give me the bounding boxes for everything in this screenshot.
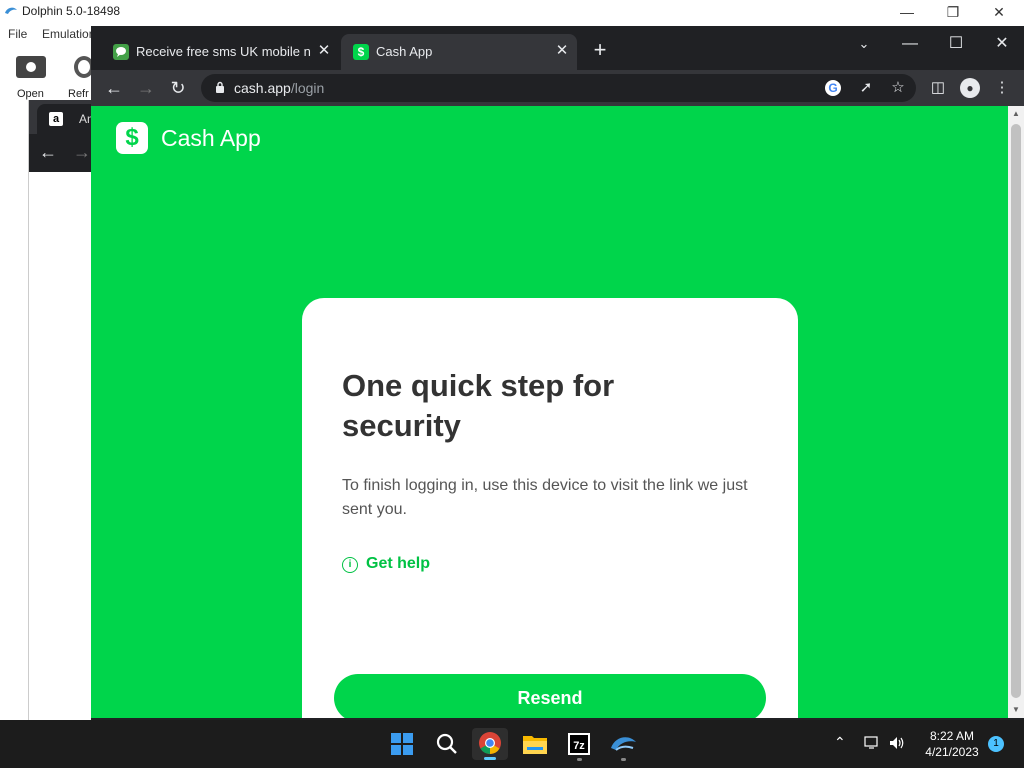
dolphin-title: Dolphin 5.0-18498: [22, 4, 121, 18]
taskbar: 7z ⌃ 8:22 AM 4/21/2023 1: [0, 720, 1024, 768]
close-tab-icon[interactable]: ✕: [553, 42, 571, 60]
open-button[interactable]: [16, 56, 46, 78]
tab-receive-sms[interactable]: Receive free sms UK mobile number ✕: [101, 34, 337, 70]
dolphin-icon[interactable]: [605, 728, 641, 761]
7zip-icon[interactable]: 7z: [561, 728, 597, 761]
search-icon[interactable]: [429, 728, 465, 760]
menu-file[interactable]: File: [8, 27, 27, 41]
chrome-icon[interactable]: [472, 728, 508, 760]
reload-button[interactable]: ↻: [166, 76, 190, 100]
web-page: $ Cash App One quick step for security T…: [91, 106, 1008, 718]
svg-text:7z: 7z: [573, 740, 585, 752]
tab-cash-app[interactable]: $ Cash App ✕: [341, 34, 577, 70]
forward-arrow-icon[interactable]: →: [73, 142, 91, 163]
close-window-button[interactable]: ✕: [979, 30, 1024, 58]
forward-button[interactable]: →: [134, 76, 158, 100]
brand-name: Cash App: [161, 125, 261, 151]
back-button[interactable]: ←: [102, 76, 126, 100]
page-scrollbar[interactable]: ▲ ▼: [1008, 106, 1024, 718]
file-explorer-icon[interactable]: [517, 728, 553, 760]
active-indicator: [484, 757, 496, 760]
windows-start-icon[interactable]: [384, 728, 420, 760]
info-icon: i: [342, 557, 358, 573]
notification-badge[interactable]: 1: [988, 736, 1004, 752]
get-help-label: Get help: [366, 555, 431, 572]
disc-icon: [26, 62, 36, 72]
url-text: cash.app/login: [234, 80, 325, 96]
tab-search-icon[interactable]: ⌄: [841, 30, 887, 58]
maximize-button[interactable]: ☐: [933, 30, 979, 58]
google-lens-icon[interactable]: G: [823, 78, 843, 98]
amazon-icon: a: [49, 112, 63, 126]
instruction-text: To finish logging in, use this device to…: [342, 477, 748, 518]
chevron-up-icon[interactable]: ⌃: [834, 734, 846, 751]
share-icon[interactable]: ➚: [856, 78, 876, 98]
menu-emulation[interactable]: Emulation: [42, 27, 95, 41]
page-title: One quick step for security: [342, 368, 615, 443]
background-browser-window: a Ama ← →: [28, 100, 104, 720]
dolphin-logo-icon: [5, 7, 17, 14]
background-tabbar: a Ama: [29, 100, 104, 134]
scroll-up-icon[interactable]: ▲: [1008, 106, 1024, 122]
background-navbar: ← →: [29, 134, 99, 172]
open-label: Open: [17, 88, 44, 100]
new-tab-button[interactable]: +: [589, 39, 611, 62]
resend-button[interactable]: Resend: [334, 674, 766, 718]
close-tab-icon[interactable]: ✕: [315, 42, 333, 60]
scrollbar-thumb[interactable]: [1011, 124, 1021, 698]
bookmark-star-icon[interactable]: ☆: [888, 78, 908, 98]
dolphin-toolbar: Open Refr: [0, 46, 100, 100]
minimize-button[interactable]: —: [887, 30, 933, 58]
profile-icon[interactable]: ●: [960, 78, 980, 98]
dolphin-titlebar: Dolphin 5.0-18498 — ❐ ✕: [0, 0, 1024, 24]
side-panel-icon[interactable]: ◫: [928, 78, 948, 98]
dolphin-minimize-button[interactable]: —: [884, 0, 930, 24]
login-card: One quick step for security To finish lo…: [302, 298, 798, 718]
volume-icon[interactable]: [888, 735, 906, 754]
scroll-down-icon[interactable]: ▼: [1008, 702, 1024, 718]
dolphin-maximize-button[interactable]: ❐: [930, 0, 976, 24]
sms-icon: [113, 44, 129, 60]
back-arrow-icon[interactable]: ←: [39, 142, 57, 163]
tab-label: Cash App: [376, 44, 433, 59]
running-indicator: [621, 758, 626, 761]
dolphin-close-button[interactable]: ✕: [976, 0, 1022, 24]
cash-app-icon: $: [353, 44, 369, 60]
refresh-label: Refr: [68, 88, 89, 100]
tab-strip: Receive free sms UK mobile number ✕ $ Ca…: [91, 26, 1024, 70]
more-menu-icon[interactable]: ⋮: [992, 78, 1012, 98]
address-bar[interactable]: cash.app/login G ➚ ☆: [201, 74, 916, 102]
google-icon: G: [825, 80, 841, 96]
network-icon[interactable]: [864, 735, 880, 754]
background-tab[interactable]: a Ama: [37, 104, 104, 134]
cash-app-logo-icon: $: [116, 122, 148, 154]
browser-toolbar: ← → ↻ cash.app/login G ➚ ☆ ◫ ● ⋮: [91, 70, 1024, 106]
clock-date: 4/21/2023: [925, 745, 979, 759]
lock-icon: [216, 81, 224, 93]
clock-time: 8:22 AM: [929, 729, 975, 743]
browser-window: Receive free sms UK mobile number ✕ $ Ca…: [91, 26, 1024, 720]
running-indicator: [577, 758, 582, 761]
tab-label: Receive free sms UK mobile number: [136, 44, 311, 59]
system-clock[interactable]: 8:22 AM 4/21/2023: [918, 728, 986, 760]
